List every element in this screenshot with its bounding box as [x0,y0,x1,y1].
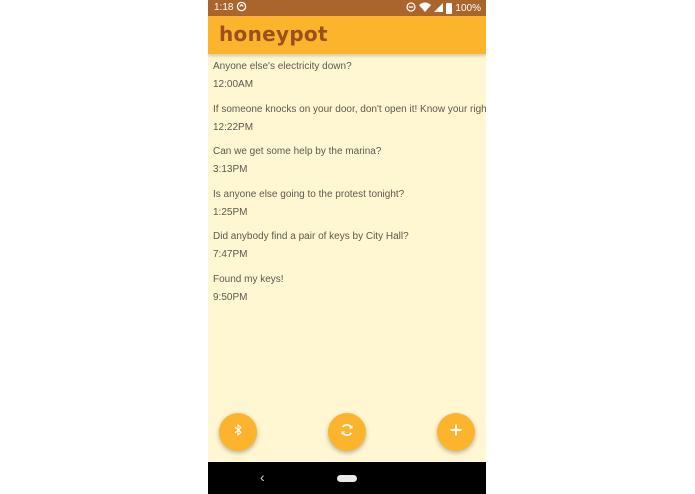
post-message: Can we get some help by the marina? [213,146,382,157]
app-bar: honeypot [208,16,486,54]
status-icons: 100% [406,2,481,15]
bluetooth-icon [233,423,243,441]
home-button[interactable] [337,475,357,482]
post-message: Did anybody find a pair of keys by City … [213,231,409,242]
battery-icon [446,3,453,14]
cell-signal-icon [434,2,444,15]
back-icon[interactable]: ‹ [260,469,265,485]
list-item[interactable]: Did anybody find a pair of keys by City … [213,228,483,271]
do-not-disturb-icon [406,2,417,15]
post-message: Is anyone else going to the protest toni… [213,188,405,200]
post-time: 9:50PM [213,291,248,303]
post-message: Found my keys! [213,273,284,285]
phone-screen: 1:18 100% honeypot Anyone else's electri… [208,0,486,494]
list-item[interactable]: Anyone else's electricity down? 12:00AM [213,58,483,101]
wifi-icon [419,2,432,15]
add-post-button[interactable] [437,413,475,451]
list-item[interactable]: Found my keys! 9:50PM [213,271,483,314]
list-item[interactable]: Is anyone else going to the protest toni… [213,186,483,229]
battery-percent: 100% [455,3,481,14]
bluetooth-button[interactable] [219,413,257,451]
app-title: honeypot [219,22,328,46]
status-time: 1:18 [214,2,234,13]
post-time: 12:00AM [213,79,254,90]
post-time: 1:25PM [213,206,248,218]
navigation-bar: ‹ [208,462,486,494]
list-item[interactable]: If someone knocks on your door, don't op… [213,101,486,144]
list-item[interactable]: Can we get some help by the marina? 3:13… [213,143,483,186]
refresh-icon [340,423,354,442]
refresh-button[interactable] [328,413,366,451]
status-bar: 1:18 100% [208,0,486,16]
post-message: Anyone else's electricity down? [213,61,352,72]
sync-icon [236,1,247,15]
post-message: If someone knocks on your door, don't op… [213,103,486,115]
post-time: 12:22PM [213,121,254,133]
post-time: 7:47PM [213,249,248,260]
post-list: Anyone else's electricity down? 12:00AM … [213,58,486,314]
plus-icon [450,423,462,441]
post-time: 3:13PM [213,164,248,175]
